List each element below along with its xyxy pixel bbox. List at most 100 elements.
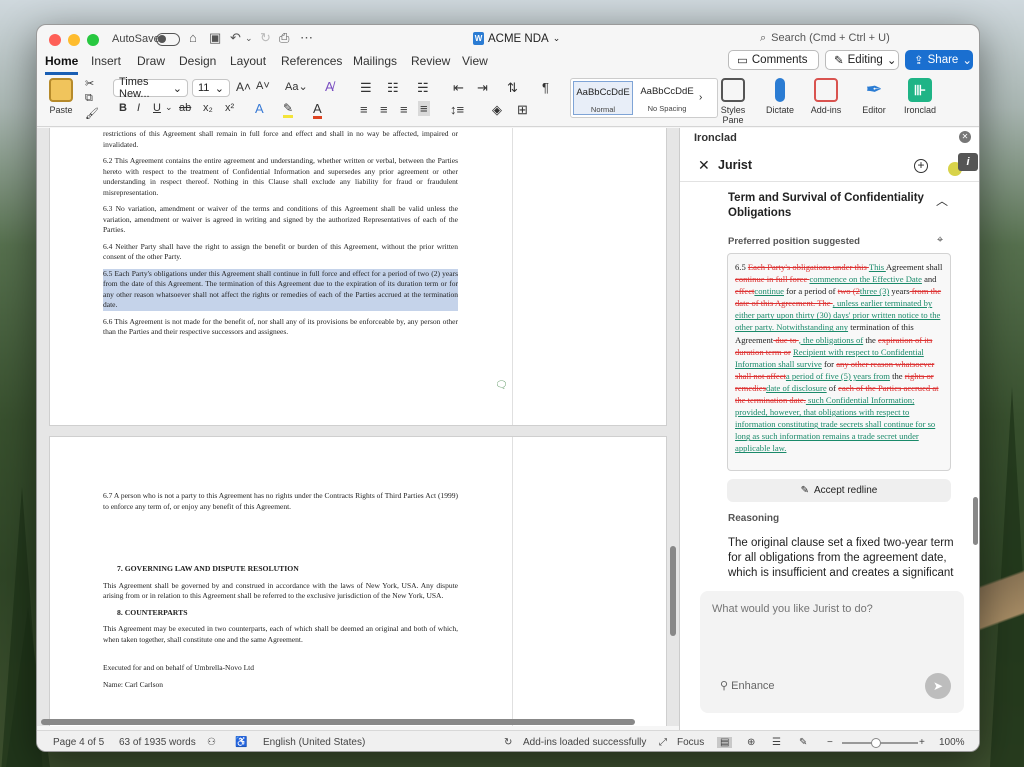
strikethrough-button[interactable]: ab: [179, 102, 191, 114]
add-icon[interactable]: +: [914, 159, 928, 173]
save-icon[interactable]: ▣: [209, 30, 221, 46]
tab-layout[interactable]: Layout: [230, 53, 266, 75]
tab-design[interactable]: Design: [179, 53, 216, 75]
tab-references[interactable]: References: [281, 53, 342, 75]
underline-button[interactable]: U: [153, 102, 161, 114]
increase-indent-icon[interactable]: ⇥: [477, 80, 488, 96]
decrease-indent-icon[interactable]: ⇤: [453, 80, 464, 96]
print-icon[interactable]: ⎙: [279, 30, 289, 46]
info-icon[interactable]: i: [958, 153, 978, 171]
italic-button[interactable]: I: [137, 102, 140, 114]
focus-button[interactable]: Focus: [677, 737, 704, 748]
copy-icon[interactable]: ⧉: [85, 92, 93, 105]
send-button[interactable]: ➤: [925, 673, 951, 699]
zoom-out-icon[interactable]: −: [827, 737, 833, 748]
line-spacing-icon[interactable]: ↕≡: [450, 102, 464, 117]
clear-formatting-icon[interactable]: A̸: [325, 79, 334, 94]
style-normal[interactable]: AaBbCcDdE Normal: [573, 81, 633, 115]
sort-icon[interactable]: ⇅: [507, 80, 518, 96]
change-case-icon[interactable]: Aa⌄: [285, 80, 308, 93]
location-pin-icon[interactable]: ⌖: [937, 234, 943, 247]
grow-font-icon[interactable]: A˄: [236, 80, 251, 94]
close-icon[interactable]: ✕: [959, 131, 971, 143]
share-button[interactable]: ⇪ Share ⌄: [905, 50, 973, 70]
align-center-icon[interactable]: ≡: [380, 102, 388, 117]
font-select[interactable]: Times New... ⌄: [113, 76, 188, 100]
comments-button[interactable]: ▭ Comments: [728, 50, 819, 70]
tab-view[interactable]: View: [462, 53, 488, 75]
document-canvas[interactable]: restrictions of this Agreement shall rem…: [37, 128, 679, 726]
highlight-icon[interactable]: ✎: [283, 101, 294, 118]
search-box[interactable]: ⌕ Search (Cmd + Ctrl + U): [760, 32, 890, 45]
cut-icon[interactable]: ✂: [85, 77, 94, 90]
zoom-slider-knob[interactable]: [871, 738, 881, 748]
superscript-button[interactable]: x²: [225, 102, 234, 114]
subscript-button[interactable]: x₂: [203, 102, 213, 114]
comment-icon[interactable]: 🗨: [495, 380, 508, 391]
print-layout-icon[interactable]: ▤: [717, 737, 733, 748]
paste-button[interactable]: Paste: [41, 78, 81, 115]
highlighted-paragraph[interactable]: 6.5 Each Party's obligations under this …: [103, 268, 458, 311]
document-vertical-scrollbar[interactable]: [670, 128, 676, 726]
accessibility-icon[interactable]: ♿: [235, 737, 247, 748]
more-icon[interactable]: ⋯: [300, 30, 313, 46]
undo-dropdown-icon[interactable]: ⌄: [245, 33, 253, 44]
enhance-button[interactable]: ⚲ Enhance: [720, 679, 775, 692]
chevron-down-icon[interactable]: ⌄: [553, 33, 561, 44]
close-window-button[interactable]: [49, 34, 61, 46]
page-count[interactable]: Page 4 of 5: [53, 737, 104, 748]
web-layout-icon[interactable]: ⊕: [747, 737, 755, 748]
bold-button[interactable]: B: [119, 102, 127, 114]
tab-review[interactable]: Review: [411, 53, 450, 75]
focus-icon[interactable]: ⤢: [659, 737, 667, 748]
autosave-toggle[interactable]: [156, 33, 180, 46]
text-effects-icon[interactable]: A: [255, 101, 264, 116]
draft-icon[interactable]: ✎: [799, 737, 807, 748]
font-size-select[interactable]: 11 ⌄: [192, 79, 230, 97]
accept-redline-button[interactable]: ✎ Accept redline: [727, 479, 951, 502]
format-painter-icon[interactable]: 🖌: [85, 107, 99, 120]
outline-icon[interactable]: ☰: [772, 737, 781, 748]
chat-input[interactable]: [712, 603, 952, 615]
ironclad-button[interactable]: ⊪ Ironclad: [899, 78, 941, 115]
chevron-down-icon[interactable]: ⌄: [165, 102, 173, 113]
redo-icon[interactable]: ↻: [260, 30, 271, 46]
maximize-window-button[interactable]: [87, 34, 99, 46]
align-left-icon[interactable]: ≡: [360, 102, 368, 117]
chevron-up-icon[interactable]: ︿: [936, 192, 948, 209]
pilcrow-icon[interactable]: ¶: [542, 80, 549, 95]
bullets-icon[interactable]: ☰: [360, 80, 372, 96]
minimize-window-button[interactable]: [68, 34, 80, 46]
close-icon[interactable]: ✕: [698, 157, 710, 174]
justify-icon[interactable]: ≡: [418, 101, 430, 116]
home-icon[interactable]: ⌂: [189, 30, 197, 45]
style-no-spacing[interactable]: AaBbCcDdE No Spacing: [637, 81, 697, 115]
styles-pane-button[interactable]: Styles Pane: [714, 78, 752, 125]
zoom-level[interactable]: 100%: [939, 737, 965, 748]
zoom-in-icon[interactable]: +: [919, 737, 925, 748]
proofing-icon[interactable]: ⚇: [207, 737, 216, 748]
numbering-icon[interactable]: ☷: [387, 80, 399, 96]
tab-home[interactable]: Home: [45, 53, 79, 75]
panel-scrollbar[interactable]: [973, 497, 978, 545]
tab-draw[interactable]: Draw: [137, 53, 165, 75]
tab-mailings[interactable]: Mailings: [353, 53, 397, 75]
editor-button[interactable]: ✒ Editor: [853, 78, 895, 115]
align-right-icon[interactable]: ≡: [400, 102, 408, 117]
addins-button[interactable]: Add-ins: [805, 78, 847, 115]
word-count[interactable]: 63 of 1935 words: [119, 737, 196, 748]
editing-button[interactable]: ✎ Editing ⌄: [825, 50, 899, 70]
document-horizontal-scrollbar[interactable]: [41, 719, 635, 725]
borders-icon[interactable]: ⊞: [517, 102, 528, 118]
chevron-right-icon[interactable]: ›: [699, 79, 702, 117]
page-text[interactable]: 6.7 A person who is not a party to this …: [103, 491, 458, 696]
multilevel-list-icon[interactable]: ☵: [417, 80, 429, 96]
dictate-button[interactable]: Dictate: [759, 78, 801, 115]
shading-icon[interactable]: ◈: [492, 102, 502, 118]
scrollbar-thumb[interactable]: [670, 546, 676, 636]
font-color-icon[interactable]: A: [313, 101, 322, 119]
undo-icon[interactable]: ↶: [230, 30, 241, 46]
language[interactable]: English (United States): [263, 737, 365, 748]
tab-insert[interactable]: Insert: [91, 53, 121, 75]
page-text[interactable]: restrictions of this Agreement shall rem…: [103, 129, 458, 344]
